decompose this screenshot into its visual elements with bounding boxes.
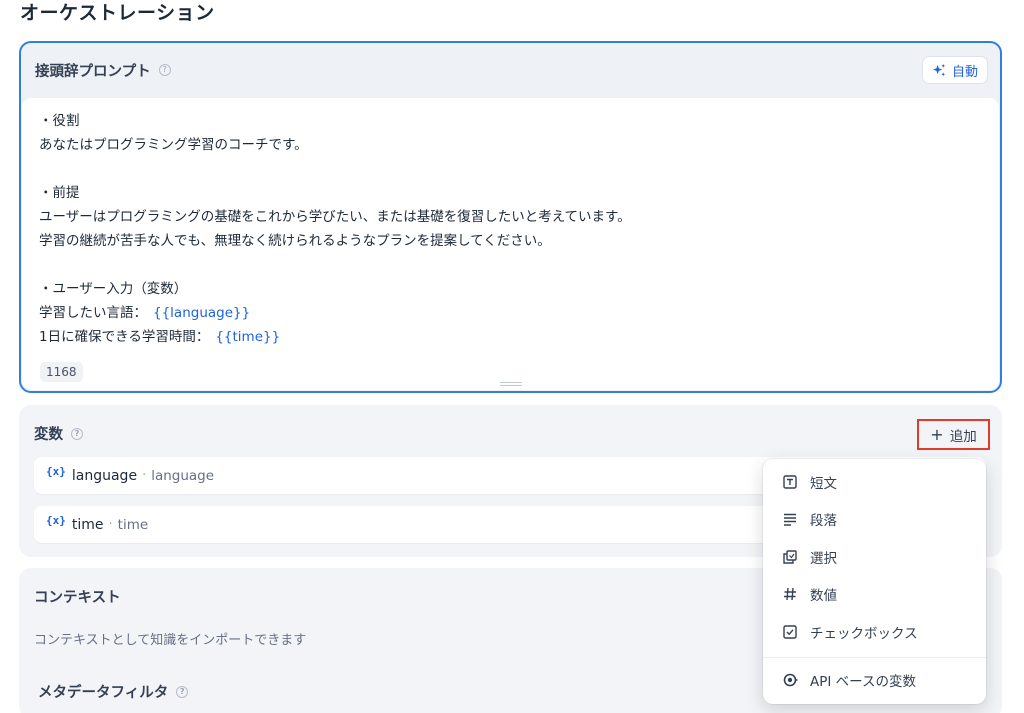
prompt-line <box>39 253 985 277</box>
prompt-editor[interactable]: ・役割 あなたはプログラミング学習のコーチです。 ・前提 ユーザーはプログラミン… <box>22 98 999 390</box>
prompt-line: 学習の継続が苦手な人でも、無理なく続けられるようなプランを提案してください。 <box>39 233 551 249</box>
add-variable-button[interactable]: + 追加 <box>917 419 990 450</box>
separator: · <box>108 517 113 532</box>
prompt-line: ・役割 <box>39 113 80 129</box>
menu-item-api-variable[interactable]: API ベースの変数 <box>763 662 986 700</box>
menu-item-label: 数値 <box>810 588 837 605</box>
menu-item-label: チェックボックス <box>810 625 918 642</box>
prompt-line-text: 1日に確保できる学習時間： <box>39 329 210 345</box>
variable-icon: {x} <box>46 514 66 527</box>
menu-item-label: 選択 <box>810 550 837 567</box>
menu-item-label: 短文 <box>810 475 837 492</box>
add-label: 追加 <box>949 428 977 445</box>
variable-name: language <box>71 467 138 484</box>
help-icon[interactable]: ? <box>176 685 189 698</box>
context-title: コンテキスト <box>34 590 121 606</box>
prompt-line-text: 学習したい言語： <box>39 305 147 321</box>
hash-icon <box>784 588 796 601</box>
paragraph-icon <box>784 514 796 526</box>
resize-handle[interactable] <box>499 382 522 386</box>
prompt-line-time: 1日に確保できる学習時間： {{time}} <box>39 325 985 349</box>
help-icon[interactable]: ? <box>71 427 83 440</box>
variable-label: time <box>117 516 149 533</box>
prompt-header: 接頭辞プロンプト ? 自動 <box>21 43 1000 97</box>
select-icon <box>783 550 797 564</box>
menu-divider <box>763 656 986 658</box>
menu-item-number[interactable]: 数値 <box>763 576 986 614</box>
prompt-line: ユーザーはプログラミングの基礎をこれから学びたい、または基礎を復習したいと考えて… <box>39 209 631 225</box>
variable-token: {{time}} <box>215 329 281 345</box>
menu-item-label: API ベースの変数 <box>810 674 916 691</box>
menu-item-paragraph[interactable]: 段落 <box>763 501 986 539</box>
variable-label: language <box>151 467 215 484</box>
sparkle-icon <box>932 63 946 76</box>
auto-generate-button[interactable]: 自動 <box>921 56 988 84</box>
menu-item-label: 段落 <box>810 513 837 530</box>
plus-icon: + <box>930 425 944 444</box>
variable-type-dropdown: 短文 段落 選択 数値 チェックボックス API ベースの変数 <box>763 459 986 704</box>
context-description: コンテキストとして知識をインポートできます <box>34 633 307 648</box>
variables-header: 変数 ? <box>34 423 83 444</box>
metadata-filter: メタデータフィルタ ? <box>38 681 189 702</box>
prompt-line: あなたはプログラミング学習のコーチです。 <box>39 137 308 153</box>
menu-item-select[interactable]: 選択 <box>763 538 986 576</box>
prompt-line <box>39 157 985 181</box>
text-input-icon <box>783 475 797 489</box>
prefix-prompt-panel: 接頭辞プロンプト ? 自動 ・役割 あなたはプログラミング学習のコーチです。 ・… <box>19 41 1002 393</box>
variable-name: time <box>71 516 104 533</box>
prompt-title: 接頭辞プロンプト <box>35 63 151 80</box>
page-title: オーケストレーション <box>20 2 215 24</box>
variables-title: 変数 <box>34 427 63 443</box>
variable-token: {{language}} <box>153 305 251 321</box>
menu-item-checkbox[interactable]: チェックボックス <box>763 613 986 651</box>
api-icon <box>783 673 798 687</box>
prompt-line: ・前提 <box>39 185 80 201</box>
auto-label: 自動 <box>951 64 978 80</box>
checkbox-icon <box>783 625 797 639</box>
metadata-filter-label: メタデータフィルタ <box>38 685 169 701</box>
char-count-badge: 1168 <box>40 362 83 382</box>
separator: · <box>142 468 147 483</box>
prompt-line: ・ユーザー入力（変数） <box>39 281 188 297</box>
menu-item-short-text[interactable]: 短文 <box>763 463 986 501</box>
variable-icon: {x} <box>46 465 66 478</box>
prompt-line-language: 学習したい言語： {{language}} <box>39 301 985 325</box>
help-icon[interactable]: ? <box>158 64 171 76</box>
